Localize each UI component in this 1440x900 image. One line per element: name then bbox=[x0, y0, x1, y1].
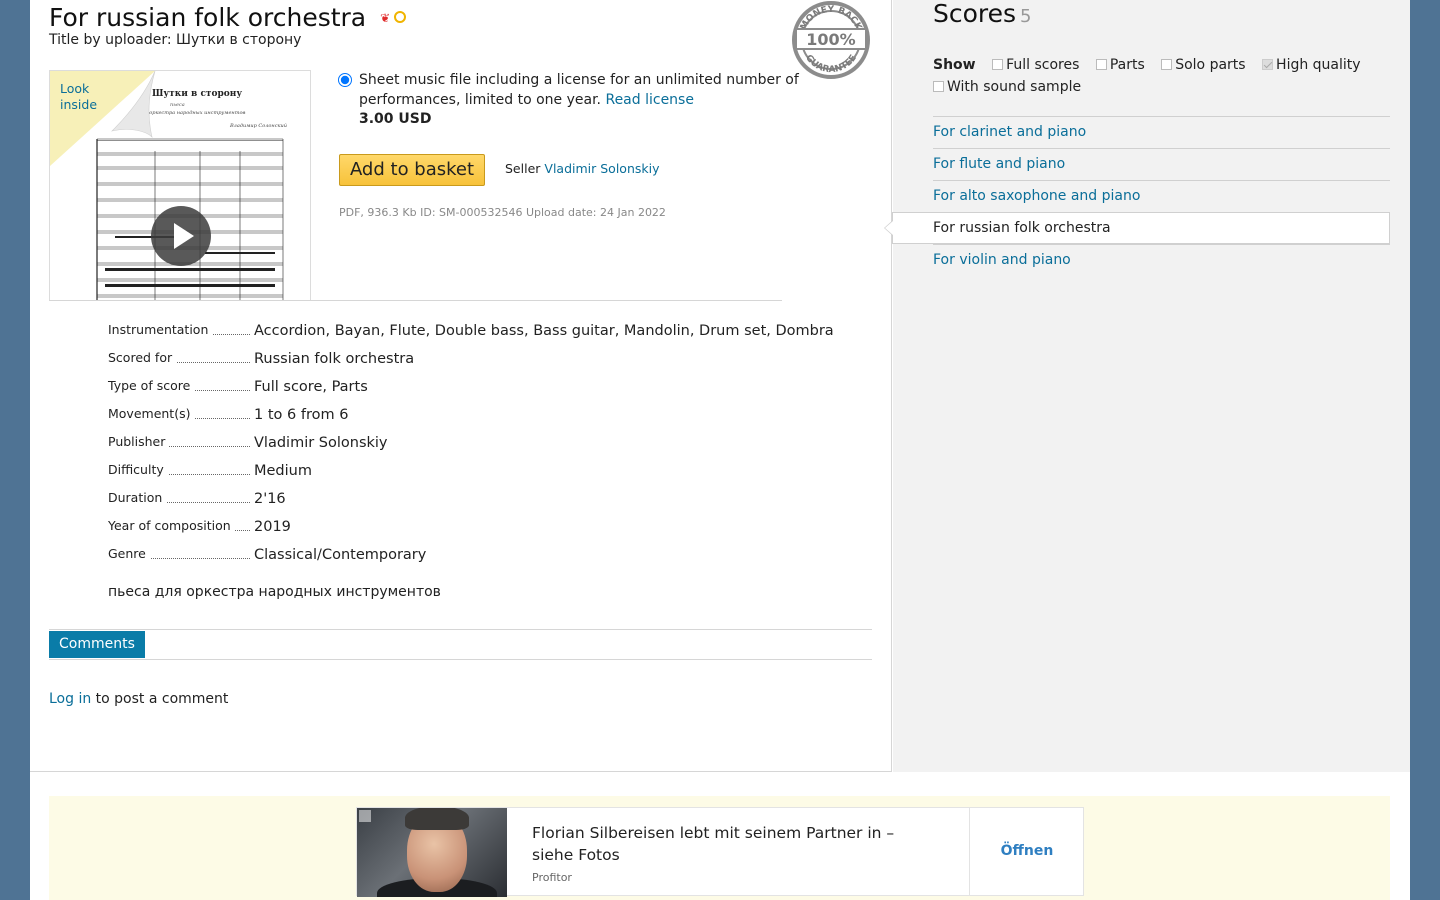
divider bbox=[49, 659, 872, 660]
detail-value: 1 to 6 from 6 bbox=[254, 407, 349, 423]
detail-row: Difficulty Medium bbox=[108, 460, 868, 488]
score-preview[interactable]: Шутки в сторону пьеса для оркестра народ… bbox=[49, 70, 311, 301]
tab-comments[interactable]: Comments bbox=[49, 631, 145, 658]
ad-source: Profitor bbox=[532, 871, 572, 884]
checkbox[interactable] bbox=[1161, 59, 1173, 70]
ad-open-button[interactable]: Öffnen bbox=[969, 808, 1084, 895]
detail-value: Full score, Parts bbox=[254, 379, 368, 395]
score-item-alto-sax-piano[interactable]: For alto saxophone and piano bbox=[933, 180, 1390, 212]
ad-card[interactable]: Florian Silbereisen lebt mit seinem Part… bbox=[356, 807, 1084, 897]
detail-value: Russian folk orchestra bbox=[254, 351, 415, 367]
filter-full-scores[interactable]: Full scores bbox=[992, 57, 1079, 73]
details-list: Instrumentation Accordion, Bayan, Flute, … bbox=[108, 320, 868, 572]
login-prompt: Log in to post a comment bbox=[49, 691, 229, 707]
filter-parts[interactable]: Parts bbox=[1095, 57, 1145, 73]
score-item-flute-piano[interactable]: For flute and piano bbox=[933, 148, 1390, 180]
detail-value: Medium bbox=[254, 463, 312, 479]
show-label: Show bbox=[933, 57, 976, 73]
score-item-russian-folk-orchestra: For russian folk orchestra bbox=[884, 212, 1390, 244]
sidebar: Scores 5 Show Full scores Parts Solo part… bbox=[884, 0, 1410, 772]
ad-info-icon[interactable] bbox=[359, 810, 371, 822]
login-link[interactable]: Log in bbox=[49, 691, 91, 707]
detail-row: Type of score Full score, Parts bbox=[108, 376, 868, 404]
checkbox-checked[interactable] bbox=[1262, 59, 1274, 70]
ad-photo[interactable] bbox=[357, 808, 507, 897]
score-description: пьеса для оркестра народных инструментов bbox=[108, 584, 441, 600]
file-info: PDF, 936.3 Kb ID: SM-000532546 Upload da… bbox=[339, 206, 666, 219]
detail-label: Movement(s) bbox=[108, 406, 195, 421]
detail-value: Accordion, Bayan, Flute, Double bass, Ba… bbox=[254, 323, 834, 339]
detail-label: Instrumentation bbox=[108, 322, 213, 337]
divider bbox=[49, 629, 872, 630]
advertisement: Florian Silbereisen lebt mit seinem Part… bbox=[49, 796, 1390, 900]
seller-info: Seller Vladimir Solonskiy bbox=[505, 161, 660, 176]
detail-row: Publisher Vladimir Solonskiy bbox=[108, 432, 868, 460]
play-icon[interactable] bbox=[151, 206, 211, 266]
license-radio[interactable] bbox=[338, 73, 352, 87]
detail-row: Year of composition 2019 bbox=[108, 516, 868, 544]
detail-value: 2019 bbox=[254, 519, 291, 535]
detail-value: Vladimir Solonskiy bbox=[254, 435, 388, 451]
sheet-subtitle: пьеса bbox=[170, 102, 185, 108]
scores-list: For clarinet and piano For flute and pia… bbox=[884, 116, 1390, 276]
detail-label: Genre bbox=[108, 546, 150, 561]
svg-text:100%: 100% bbox=[806, 30, 855, 49]
score-item-clarinet-piano[interactable]: For clarinet and piano bbox=[933, 116, 1390, 148]
look-inside-label[interactable]: Look inside bbox=[60, 81, 97, 113]
star-badge-icon bbox=[394, 11, 407, 23]
price: 3.00 USD bbox=[359, 111, 432, 127]
filter-row: Show Full scores Parts Solo parts High q… bbox=[933, 54, 1403, 98]
checkbox[interactable] bbox=[1095, 59, 1107, 70]
add-to-basket-button[interactable]: Add to basket bbox=[339, 154, 485, 186]
divider bbox=[49, 300, 782, 301]
main-content: For russian folk orchestra ❦ Title by up… bbox=[30, 0, 892, 772]
score-item-violin-piano[interactable]: For violin and piano bbox=[933, 244, 1390, 276]
money-back-guarantee-seal: MONEY BACK 100% GUARANTEE bbox=[792, 1, 870, 79]
ad-headline[interactable]: Florian Silbereisen lebt mit seinem Part… bbox=[532, 822, 932, 866]
detail-label: Type of score bbox=[108, 378, 195, 393]
read-license-link[interactable]: Read license bbox=[605, 92, 694, 108]
award-icon: ❦ bbox=[380, 11, 391, 25]
checkbox[interactable] bbox=[933, 81, 944, 92]
filter-solo-parts[interactable]: Solo parts bbox=[1161, 57, 1246, 73]
uploader-title: Title by uploader: Шутки в сторону bbox=[49, 32, 302, 48]
sheet-composer: Владимир Солонский bbox=[230, 123, 287, 129]
detail-label: Duration bbox=[108, 490, 167, 505]
filter-high-quality[interactable]: High quality bbox=[1262, 57, 1361, 73]
detail-row: Movement(s) 1 to 6 from 6 bbox=[108, 404, 868, 432]
detail-value: Classical/Contemporary bbox=[254, 547, 427, 563]
checkbox[interactable] bbox=[992, 59, 1004, 70]
license-description: Sheet music file including a license for… bbox=[359, 72, 799, 108]
detail-row: Instrumentation Accordion, Bayan, Flute, … bbox=[108, 320, 868, 348]
page: For russian folk orchestra ❦ Title by up… bbox=[30, 0, 1410, 900]
detail-row: Duration 2'16 bbox=[108, 488, 868, 516]
filter-with-sound-sample[interactable]: With sound sample bbox=[933, 79, 1081, 95]
sidebar-title: Scores 5 bbox=[933, 0, 1032, 28]
detail-value: 2'16 bbox=[254, 491, 286, 507]
detail-label: Year of composition bbox=[108, 518, 235, 533]
seller-link[interactable]: Vladimir Solonskiy bbox=[544, 161, 659, 176]
page-title: For russian folk orchestra ❦ bbox=[49, 0, 407, 32]
detail-label: Scored for bbox=[108, 350, 177, 365]
title-text: For russian folk orchestra bbox=[49, 3, 367, 32]
detail-row: Genre Classical/Contemporary bbox=[108, 544, 868, 572]
detail-label: Difficulty bbox=[108, 462, 168, 477]
scores-count: 5 bbox=[1020, 6, 1032, 27]
detail-label: Publisher bbox=[108, 434, 170, 449]
title-badges: ❦ bbox=[380, 0, 407, 28]
detail-row: Scored for Russian folk orchestra bbox=[108, 348, 868, 376]
